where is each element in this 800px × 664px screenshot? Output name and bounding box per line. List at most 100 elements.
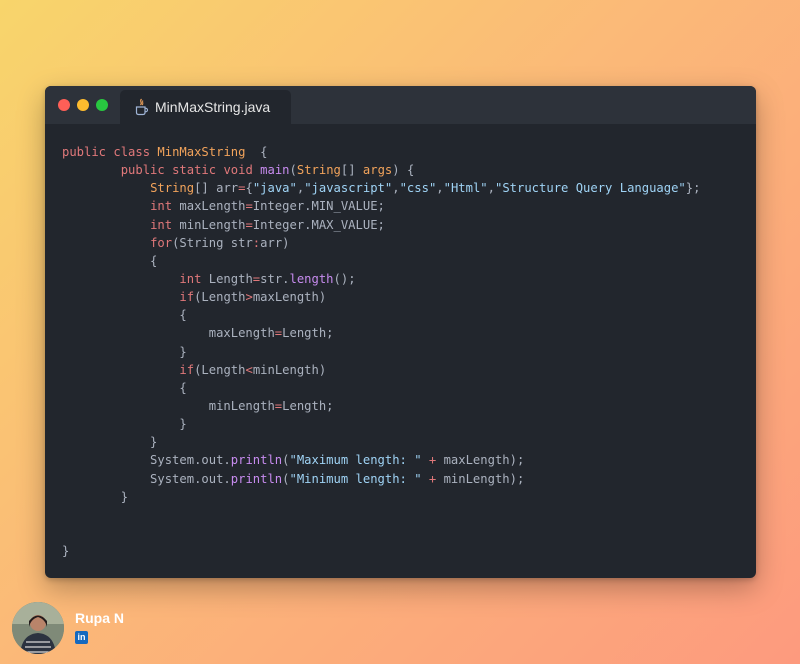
window-titlebar: MinMaxString.java <box>45 86 756 124</box>
keyword-token: int <box>150 217 173 232</box>
code-line: minLength=Length; <box>62 397 700 415</box>
code-line: maxLength=Length; <box>62 324 700 342</box>
code-text: System.out. <box>62 453 231 468</box>
keyword-token: public <box>62 145 107 159</box>
code-text: ( <box>289 163 297 178</box>
code-line: } <box>62 433 700 451</box>
code-text: System.out. <box>62 471 231 486</box>
code-line: int minLength=Integer.MAX_VALUE; <box>62 216 700 234</box>
code-line: public static void main(String[] args) { <box>62 161 700 179</box>
code-text: } <box>62 417 187 432</box>
code-text: [] arr <box>194 181 239 196</box>
file-tab[interactable]: MinMaxString.java <box>120 90 291 124</box>
minimize-window-button[interactable] <box>77 99 89 111</box>
code-text: { <box>62 380 187 395</box>
code-text: , <box>487 181 495 196</box>
code-text: maxLength <box>172 199 246 214</box>
code-text: minLength <box>62 398 275 413</box>
code-text: { <box>62 253 158 268</box>
keyword-token: for <box>150 235 173 250</box>
code-line: public class MinMaxString { <box>62 143 700 161</box>
operator-token: = <box>245 199 253 214</box>
string-token: "Structure Query Language" <box>495 181 686 196</box>
code-text: } <box>62 489 129 504</box>
code-line: } <box>62 415 700 433</box>
code-text: maxLength) <box>252 290 327 305</box>
code-text: minLength); <box>436 471 525 486</box>
maximize-window-button[interactable] <box>96 99 108 111</box>
file-tab-label: MinMaxString.java <box>155 99 271 115</box>
linkedin-icon[interactable]: in <box>75 631 88 644</box>
operator-token: = <box>245 217 253 232</box>
code-text: { <box>245 181 253 196</box>
operator-token: < <box>245 362 253 377</box>
code-text: minLength <box>172 217 246 232</box>
code-text: (Length <box>194 290 246 305</box>
code-text: , <box>436 181 444 196</box>
code-line: int maxLength=Integer.MIN_VALUE; <box>62 197 700 215</box>
code-line: if(Length<minLength) <box>62 361 700 379</box>
code-line: { <box>62 379 700 397</box>
avatar-image <box>12 602 64 654</box>
code-text: Length; <box>282 326 334 341</box>
keyword-token: int <box>179 271 202 286</box>
code-text: arr) <box>260 235 290 250</box>
code-line: String[] arr={"java","javascript","css",… <box>62 179 700 197</box>
class-token: String <box>150 181 195 196</box>
code-text: Length <box>201 271 253 286</box>
code-text: } <box>62 344 187 359</box>
function-token: length <box>289 271 334 286</box>
class-token: MinMaxString <box>157 145 246 159</box>
code-text: (String str <box>172 235 253 250</box>
code-text: (); <box>333 271 356 286</box>
author-card: Rupa N in <box>12 602 124 654</box>
code-line: { <box>62 252 700 270</box>
code-text: { <box>62 308 187 323</box>
code-text: Integer.MIN_VALUE; <box>252 199 385 214</box>
code-text: , <box>392 181 400 196</box>
author-name: Rupa N <box>75 610 124 626</box>
string-token: "Minimum length: " <box>289 471 422 486</box>
keyword-token: if <box>179 362 195 377</box>
keyword-token: if <box>179 290 195 305</box>
code-line: } <box>62 542 700 560</box>
class-token: String <box>296 163 341 178</box>
function-token: main <box>260 163 290 178</box>
operator-token: > <box>245 290 253 305</box>
keyword-token: static <box>172 163 217 178</box>
string-token: "javascript" <box>304 181 393 196</box>
code-line: if(Length>maxLength) <box>62 288 700 306</box>
keyword-token: class <box>113 145 151 159</box>
code-editor[interactable]: public class MinMaxString { public stati… <box>62 143 700 560</box>
code-text: str. <box>260 271 290 286</box>
keyword-token: int <box>150 199 173 214</box>
java-icon <box>135 98 149 116</box>
code-text: (Length <box>194 362 246 377</box>
code-line: int Length=str.length(); <box>62 270 700 288</box>
code-text: Length; <box>282 398 334 413</box>
code-line: } <box>62 343 700 361</box>
code-text: [] <box>340 163 363 178</box>
close-window-button[interactable] <box>58 99 70 111</box>
code-text: ) { <box>392 163 415 178</box>
string-token: "java" <box>252 181 297 196</box>
code-line: System.out.println("Maximum length: " + … <box>62 451 700 469</box>
avatar <box>12 602 64 654</box>
string-token: "Html" <box>443 181 488 196</box>
code-text: minLength) <box>252 362 327 377</box>
code-line: System.out.println("Minimum length: " + … <box>62 470 700 488</box>
code-line: } <box>62 488 700 506</box>
string-token: "Maximum length: " <box>289 453 422 468</box>
